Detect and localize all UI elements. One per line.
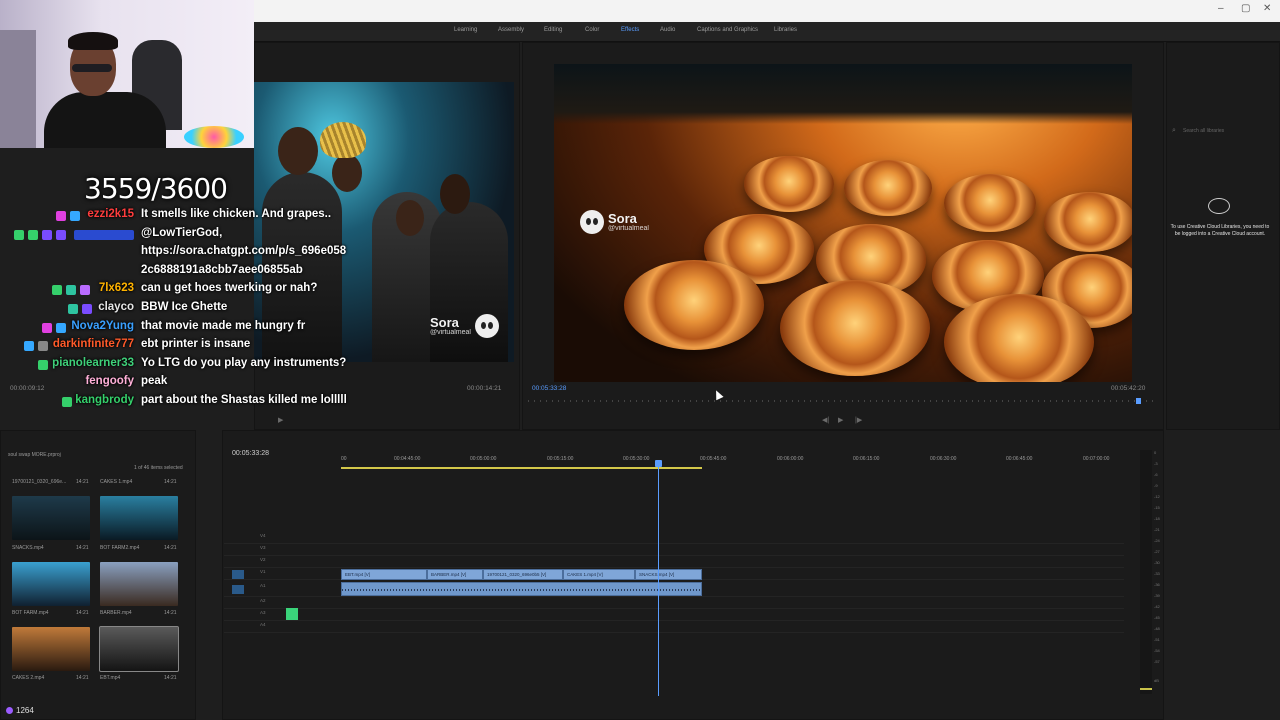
program-video-frame: Sora @virtualmeal: [554, 64, 1132, 382]
chat-badge-icon: [66, 285, 76, 296]
track-a4: A4: [224, 622, 1124, 633]
libraries-search-input[interactable]: Search all libraries: [1183, 128, 1224, 134]
chat-badge-icon: [38, 341, 48, 352]
bin-thumbnail[interactable]: [100, 496, 178, 540]
bin-thumbnail[interactable]: [12, 562, 90, 606]
tab-effects[interactable]: Effects: [621, 27, 639, 33]
rgb-light: [184, 126, 244, 148]
glasses: [72, 64, 112, 72]
play-icon[interactable]: ▶: [838, 416, 843, 424]
track-v2: V2: [224, 557, 1124, 568]
tab-libraries[interactable]: Libraries: [774, 27, 797, 33]
timeline-clip[interactable]: 19700121_0320_696e0b5 [V]: [483, 569, 563, 580]
chat-message: clayco BBW Ice Ghette: [0, 301, 360, 320]
minimize-icon[interactable]: –: [1218, 3, 1224, 14]
source-timecode-duration: 00:00:14:21: [467, 385, 502, 392]
tab-assembly[interactable]: Assembly: [498, 27, 524, 33]
tab-learning[interactable]: Learning: [454, 27, 477, 33]
bin-thumbnail[interactable]: [100, 562, 178, 606]
audio-meter: 0 -3 -6 -9 -12 -15 -18 -21 -24 -27 -30 -…: [1140, 450, 1160, 694]
step-forward-icon[interactable]: |▶: [855, 416, 862, 424]
timeline-clip[interactable]: CAKES 1.mp4 [V]: [563, 569, 635, 580]
chat-badge-icon: [42, 322, 52, 333]
source-play-icon[interactable]: ▶: [278, 416, 283, 424]
chat-badge-icon: [52, 285, 62, 296]
program-playhead-marker[interactable]: [1136, 398, 1141, 404]
v1-target-toggle[interactable]: [232, 570, 244, 579]
sora-ghost-icon: [580, 210, 604, 234]
stream-chat: ezzi2k15 It smells like chicken. And gra…: [0, 208, 360, 413]
close-icon[interactable]: ✕: [1263, 3, 1271, 14]
project-title: soul swap MORE.prproj: [8, 452, 61, 458]
chat-badge-icon: [56, 322, 66, 333]
program-timecode-current[interactable]: 00:05:33:28: [532, 385, 566, 392]
search-icon: ⌕: [1172, 127, 1176, 134]
timeline-clip[interactable]: BARBER.mp4 [V]: [427, 569, 483, 580]
timeline-timecode[interactable]: 00:05:33:28: [232, 450, 269, 457]
chat-message: Nova2Yung that movie made me hungry fr: [0, 320, 360, 339]
workspace-bar: Learning Assembly Editing Color Effects …: [254, 22, 1280, 42]
chat-message: ezzi2k15 It smells like chicken. And gra…: [0, 208, 360, 227]
tab-audio[interactable]: Audio: [660, 27, 675, 33]
chat-badge-icon: [56, 229, 66, 240]
bin-thumbnail-selected[interactable]: [99, 626, 179, 672]
solo-toggle[interactable]: [286, 608, 298, 620]
viewer-count: 1264: [6, 706, 34, 715]
screen: – ▢ ✕ Learning Assembly Editing Color Ef…: [0, 0, 1280, 720]
sora-watermark: Sora @virtualmeal: [430, 314, 499, 338]
items-selected-count: 1 of 46 items selected: [134, 465, 183, 471]
chat-badge-icon: [28, 229, 38, 240]
chat-badge-icon: [68, 303, 78, 314]
webcam-feed: [0, 0, 254, 148]
chat-badge-icon: [56, 211, 66, 221]
step-back-icon[interactable]: ◀|: [822, 416, 829, 424]
timeline-clip[interactable]: EBT.mp4 [V]: [341, 569, 427, 580]
chat-badge-icon: [38, 359, 48, 370]
chat-message: fengoofy peak: [85, 375, 168, 388]
maximize-icon[interactable]: ▢: [1241, 3, 1250, 14]
program-mini-ruler[interactable]: [528, 400, 1158, 402]
track-a2: A2: [224, 598, 1124, 609]
tab-editing[interactable]: Editing: [544, 27, 562, 33]
chat-badge-icon: [70, 211, 80, 221]
chat-badge-icon: [24, 341, 34, 352]
viewers-icon: [6, 707, 13, 714]
libraries-login-message: To use Creative Cloud Libraries, you nee…: [1170, 224, 1270, 237]
tab-captions-and-graphics[interactable]: Captions and Graphics: [697, 27, 758, 33]
chat-message: kangbrody part about the Shastas killed …: [0, 394, 360, 413]
chat-badge-icon: [42, 229, 52, 240]
audio-clip[interactable]: [341, 582, 702, 596]
creative-cloud-icon: [1208, 198, 1230, 214]
chat-message: 2c6888191a8cbb7aee06855ab: [141, 263, 303, 276]
chat-message: @LowTierGod,: [0, 227, 360, 246]
chat-message: https://sora.chatgpt.com/p/s_696e058: [141, 245, 347, 258]
chat-badge-icon: [14, 229, 24, 240]
chat-badge-icon: [62, 396, 72, 407]
track-a3: A3: [224, 610, 1124, 621]
bin-thumbnail[interactable]: [12, 627, 90, 671]
sora-ghost-icon: [474, 314, 499, 338]
bin-thumbnail[interactable]: [12, 496, 90, 540]
chat-message: 7lx623 can u get hoes twerking or nah?: [0, 282, 360, 301]
chat-message: pianolearner33 Yo LTG do you play any in…: [0, 357, 360, 376]
follower-goal-counter: 3559/3600: [84, 172, 228, 205]
work-area-bar[interactable]: [341, 467, 702, 469]
timeline-playhead[interactable]: [658, 460, 659, 696]
track-v4: V4: [224, 533, 1124, 544]
playhead-handle[interactable]: [655, 460, 662, 467]
chat-badge-icon: [80, 285, 90, 296]
track-v3: V3: [224, 545, 1124, 556]
tab-color[interactable]: Color: [585, 27, 599, 33]
chat-message: darkinfinite777 ebt printer is insane: [0, 338, 360, 357]
streamer-body: [44, 92, 166, 148]
timeline-clip[interactable]: SNACKS.mp4 [V]: [635, 569, 702, 580]
chat-badge-icon: [82, 303, 92, 314]
sora-watermark: Sora @virtualmeal: [580, 210, 649, 234]
a1-target-toggle[interactable]: [232, 585, 244, 594]
program-timecode-duration: 00:05:42:20: [1111, 385, 1146, 392]
